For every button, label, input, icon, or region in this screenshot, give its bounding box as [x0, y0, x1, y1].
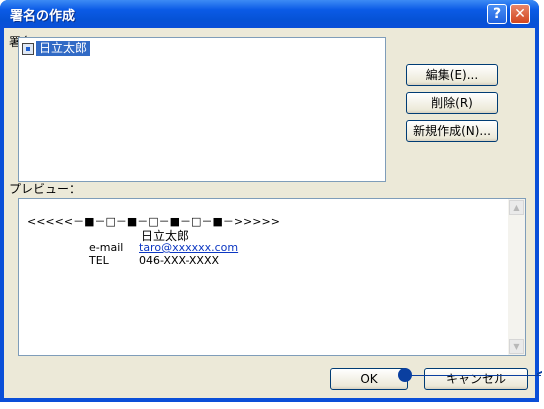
scroll-up-arrow-icon[interactable]: ▲	[509, 200, 524, 215]
callout-hook	[537, 370, 542, 380]
preview-tel-label: TEL	[89, 254, 109, 267]
ok-button[interactable]: OK	[330, 368, 408, 390]
cancel-button[interactable]: キャンセル	[424, 368, 528, 390]
window-title: 署名の作成	[10, 9, 76, 24]
dialog-client-area: 署名： 日立太郎 編集(E)... 削除(R) 新規作成(N)... プレビュー…	[4, 28, 535, 398]
callout-line	[405, 375, 541, 376]
preview-email-link[interactable]: taro@xxxxxx.com	[139, 241, 238, 254]
close-button[interactable]: ✕	[510, 4, 530, 24]
title-bar[interactable]: 署名の作成 ? ✕	[0, 0, 539, 28]
edit-button[interactable]: 編集(E)...	[406, 64, 498, 86]
scroll-down-arrow-icon[interactable]: ▼	[509, 339, 524, 354]
preview-box: <<<<<－■－□－■－□－■－□－■－>>>>> 日立太郎 e-mail ta…	[18, 198, 526, 356]
list-item-label: 日立太郎	[36, 41, 91, 56]
preview-scrollbar[interactable]: ▲ ▼	[508, 199, 525, 355]
preview-label: プレビュー：	[9, 182, 82, 196]
signature-list[interactable]: 日立太郎	[18, 37, 386, 182]
dialog-window: 署名の作成 ? ✕ 署名： 日立太郎 編集(E)... 削除(R) 新規作成(N…	[0, 0, 539, 402]
preview-email-label: e-mail	[89, 241, 124, 254]
callout-dot	[398, 368, 412, 382]
delete-button[interactable]: 削除(R)	[406, 92, 498, 114]
list-item[interactable]: 日立太郎	[22, 41, 91, 56]
signature-icon	[22, 42, 34, 55]
preview-tel: 046-XXX-XXXX	[139, 254, 220, 267]
help-button[interactable]: ?	[487, 4, 507, 24]
new-button[interactable]: 新規作成(N)...	[406, 120, 498, 142]
